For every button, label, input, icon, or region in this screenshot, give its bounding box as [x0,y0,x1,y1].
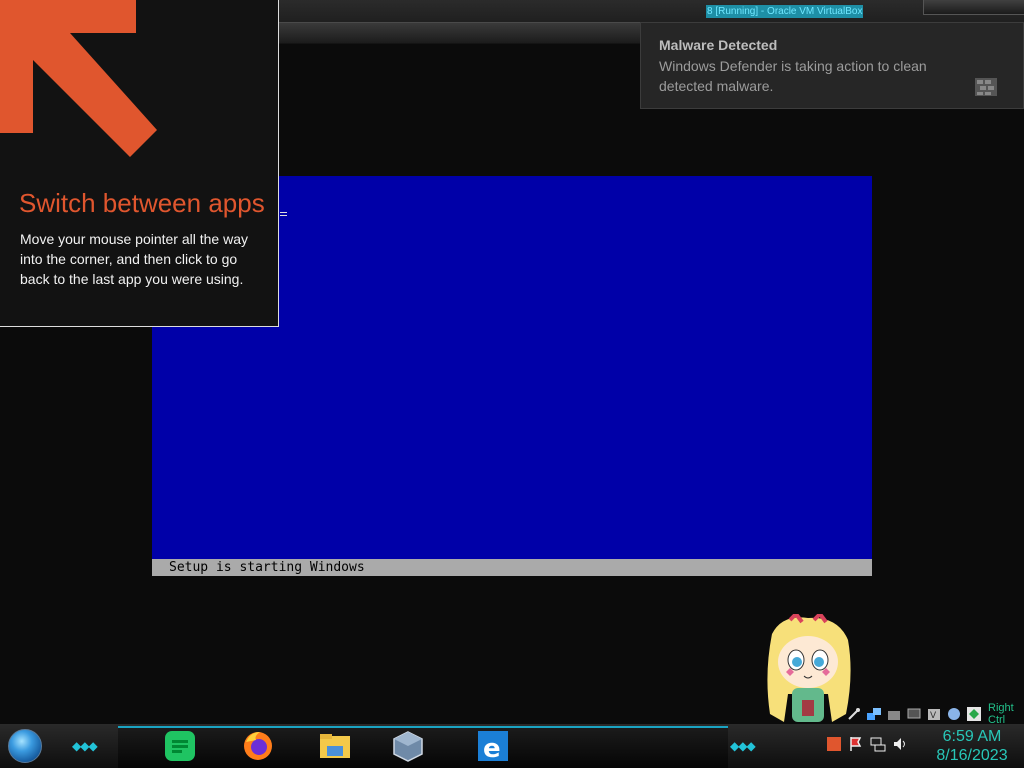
taskbar-decoration-left: ◆◆◆ [72,739,98,753]
desktop-mascot-character [762,610,854,730]
virtualbox-icon[interactable] [390,728,426,764]
host-key-label: Right Ctrl [988,702,1014,726]
action-center-icon[interactable] [848,736,864,752]
vbox-status-icons: V Right Ctrl [846,702,1024,726]
file-explorer-icon[interactable] [317,728,353,764]
spotify-icon[interactable] [162,728,198,764]
svg-text:V: V [930,711,937,721]
setup-status-text: Setup is starting Windows [169,560,365,575]
recording-icon[interactable]: V [926,706,942,722]
start-button[interactable] [8,729,42,763]
notification-body: Windows Defender is taking action to cle… [659,58,927,94]
host-key-icon[interactable] [966,706,982,722]
firefox-icon[interactable] [240,728,276,764]
defender-icon [974,75,1000,103]
notification-title: Malware Detected [659,37,778,53]
window-controls[interactable] [923,0,1024,15]
volume-icon[interactable] [892,736,908,752]
switch-apps-tip: Switch between apps Move your mouse poin… [0,0,279,327]
clock[interactable]: 6:59 AM 8/16/2023 [930,727,1014,765]
network-icon[interactable] [866,706,882,722]
shared-folder-icon[interactable] [886,706,902,722]
taskbar-decoration-right: ◆◆◆ [730,739,756,753]
clock-date: 8/16/2023 [936,747,1008,764]
internet-explorer-icon[interactable]: e [475,728,511,764]
mouse-integration-icon[interactable] [946,706,962,722]
vbox-window-title: 8 [Running] - Oracle VM VirtualBox [706,5,864,18]
clock-time: 6:59 AM [942,728,1002,745]
setup-status-bar: Setup is starting Windows [152,559,872,576]
svg-text:e: e [483,734,501,764]
system-tray [826,736,908,752]
mouse-cursor-icon [280,212,287,216]
corner-arrow-icon [0,0,157,157]
usb-icon[interactable] [846,706,862,722]
display-icon[interactable] [906,706,922,722]
tip-title: Switch between apps [19,188,265,218]
app-tray-icon[interactable] [826,736,842,752]
malware-notification[interactable]: Malware Detected Windows Defender is tak… [640,22,1024,109]
network-tray-icon[interactable] [870,736,886,752]
tip-body: Move your mouse pointer all the way into… [20,231,248,287]
